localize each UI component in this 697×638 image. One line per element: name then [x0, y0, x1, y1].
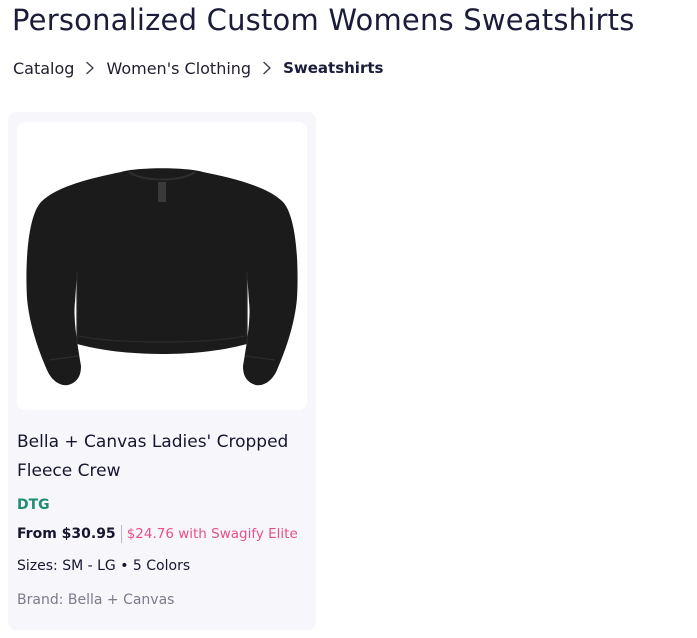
breadcrumb: Catalog Women's Clothing Sweatshirts	[13, 57, 383, 79]
page-title: Personalized Custom Womens Sweatshirts	[12, 3, 635, 37]
price-divider	[120, 525, 122, 543]
product-card[interactable]: Bella + Canvas Ladies' Cropped Fleece Cr…	[8, 112, 316, 630]
elite-price: $24.76 with Swagify Elite	[126, 526, 298, 542]
product-name[interactable]: Bella + Canvas Ladies' Cropped Fleece Cr…	[17, 428, 309, 486]
product-image[interactable]	[17, 122, 307, 410]
sizes-colors: Sizes: SM - LG • 5 Colors	[17, 558, 191, 574]
chevron-right-icon	[256, 61, 278, 75]
breadcrumb-link-catalog[interactable]: Catalog	[13, 59, 74, 78]
brand-label: Brand: Bella + Canvas	[17, 592, 175, 608]
breadcrumb-link-womens-clothing[interactable]: Women's Clothing	[106, 59, 251, 78]
price-row: From $30.95 $24.76 with Swagify Elite	[17, 525, 298, 543]
chevron-right-icon	[79, 61, 101, 75]
from-price: From $30.95	[17, 526, 116, 542]
breadcrumb-current-sweatshirts: Sweatshirts	[283, 59, 384, 77]
print-method-badge: DTG	[17, 497, 50, 513]
black-cropped-sweatshirt-image	[26, 168, 298, 386]
